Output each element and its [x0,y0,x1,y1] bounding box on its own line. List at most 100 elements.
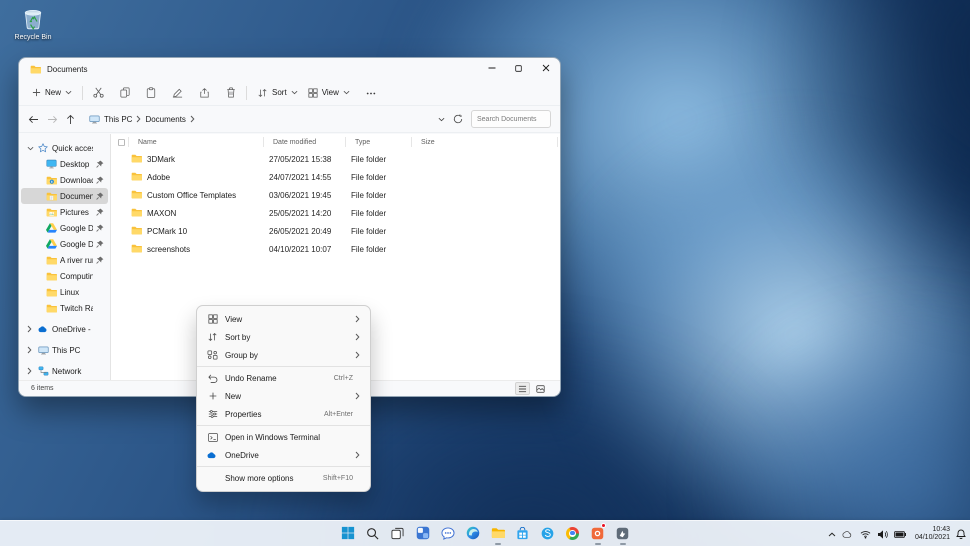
sidebar-item[interactable]: Documents [21,188,108,204]
column-header[interactable]: Size [414,134,560,150]
select-all-checkbox[interactable] [111,134,131,150]
refresh-button[interactable] [453,114,463,124]
file-row[interactable]: 3DMark 27/05/2021 15:38 File folder [111,150,560,168]
context-menu-item[interactable]: View [200,310,367,328]
sidebar-item[interactable]: Quick access [21,140,108,156]
titlebar[interactable]: Documents [19,58,560,80]
pinned-app-2-button[interactable] [589,523,606,545]
file-date-modified: 24/07/2021 14:55 [266,173,348,182]
large-icons-view-toggle[interactable] [533,382,548,395]
clock[interactable]: 10:43 04/10/2021 [915,526,950,542]
back-button[interactable] [28,115,39,124]
context-menu-item[interactable]: Sort by [200,328,367,346]
context-menu-item[interactable]: New [200,387,367,405]
details-view-toggle[interactable] [515,382,530,395]
context-menu-item[interactable]: Properties Alt+Enter [200,405,367,423]
sidebar-item[interactable]: This PC [21,342,108,358]
chat-button[interactable] [439,523,456,545]
sidebar-item[interactable]: Desktop [21,156,108,172]
close-button[interactable] [532,58,559,80]
sidebar-item[interactable]: A river runs through [21,252,108,268]
breadcrumb-segment[interactable]: This PC [104,115,132,124]
clock-time: 10:43 [915,526,950,534]
sidebar-item-label: OneDrive - Personal [52,325,93,334]
sidebar-item[interactable]: Downloads [21,172,108,188]
battery-icon[interactable] [894,531,906,538]
sidebar-item[interactable]: Google Drive [21,220,108,236]
chevron-right-icon [190,115,195,123]
maximize-button[interactable] [505,58,532,80]
sidebar-item-chevron-icon[interactable] [27,367,35,375]
file-row[interactable]: MAXON 25/05/2021 14:20 File folder [111,204,560,222]
context-menu-item[interactable]: Undo Rename Ctrl+Z [200,369,367,387]
sidebar-item-chevron-icon[interactable] [27,146,35,151]
column-header[interactable]: Type [348,134,414,150]
notification-badge [601,523,606,528]
sidebar-item[interactable]: Pictures [21,204,108,220]
sidebar-item[interactable]: Computing [21,268,108,284]
minimize-button[interactable] [478,58,505,80]
widgets-button[interactable] [414,523,431,545]
sidebar-item[interactable]: Network [21,363,108,379]
edge-button[interactable] [464,523,481,545]
search-box[interactable] [471,110,551,128]
file-row[interactable]: Adobe 24/07/2021 14:55 File folder [111,168,560,186]
delete-button[interactable] [226,87,236,98]
running-indicator [595,543,601,545]
forward-button[interactable] [47,115,58,124]
file-row[interactable]: Custom Office Templates 03/06/2021 19:45… [111,186,560,204]
sidebar-item-icon [46,304,57,313]
sidebar-item-chevron-icon[interactable] [27,346,35,354]
search-input[interactable] [477,116,545,123]
sidebar-item[interactable]: Google Drive (G: [21,236,108,252]
paste-button[interactable] [146,87,156,98]
chrome-button[interactable] [564,523,581,545]
context-menu-item[interactable]: Group by [200,346,367,364]
context-menu-item[interactable]: OneDrive [200,446,367,464]
address-dropdown-button[interactable] [438,117,445,122]
pinned-app-1-button[interactable] [539,523,556,545]
copy-button[interactable] [120,87,130,98]
sort-button[interactable]: Sort [257,88,298,98]
pinned-app-3-button[interactable] [614,523,631,545]
context-menu: View Sort by Group by Undo Rename Ctrl+Z [196,305,371,492]
rename-button[interactable] [172,88,183,98]
tray-overflow-button[interactable] [828,532,836,537]
up-button[interactable] [66,114,75,125]
store-button[interactable] [514,523,531,545]
file-name: Adobe [147,173,170,182]
onedrive-tray-icon[interactable] [842,530,854,538]
new-button[interactable]: New [32,88,72,97]
sidebar-item-chevron-icon[interactable] [27,325,35,333]
volume-icon[interactable] [877,530,888,539]
chevron-down-icon [291,90,298,95]
cut-button[interactable] [93,87,104,98]
context-menu-item-label: Properties [225,410,317,419]
sidebar-item[interactable]: Linux [21,284,108,300]
context-menu-item[interactable]: Show more options Shift+F10 [200,469,367,487]
file-row[interactable]: screenshots 04/10/2021 10:07 File folder [111,240,560,258]
share-button[interactable] [199,88,210,98]
more-options-button[interactable] [366,88,376,97]
start-button[interactable] [339,523,356,545]
wifi-icon[interactable] [860,530,871,539]
file-type: File folder [348,173,414,182]
column-header[interactable]: Name [131,134,266,150]
column-header[interactable]: Date modified [266,134,348,150]
search-button[interactable] [364,523,381,545]
breadcrumb[interactable]: This PC Documents [83,109,430,129]
notification-bell-icon[interactable] [956,529,966,539]
recycle-bin[interactable]: Recycle Bin [6,6,60,41]
sidebar-item[interactable]: OneDrive - Personal [21,321,108,337]
view-button[interactable]: View [308,88,350,98]
items-count: 6 items [31,385,54,392]
file-row[interactable]: PCMark 10 26/05/2021 20:49 File folder [111,222,560,240]
sidebar-item[interactable]: Twitch Raids [21,300,108,316]
sidebar-item-label: Google Drive [60,224,93,233]
address-bar: This PC Documents [19,106,560,133]
file-explorer-button[interactable] [489,523,506,545]
task-view-button[interactable] [389,523,406,545]
context-menu-item[interactable]: Open in Windows Terminal [200,428,367,446]
desktop: Recycle Bin Documents New [0,0,970,546]
breadcrumb-segment[interactable]: Documents [145,115,185,124]
